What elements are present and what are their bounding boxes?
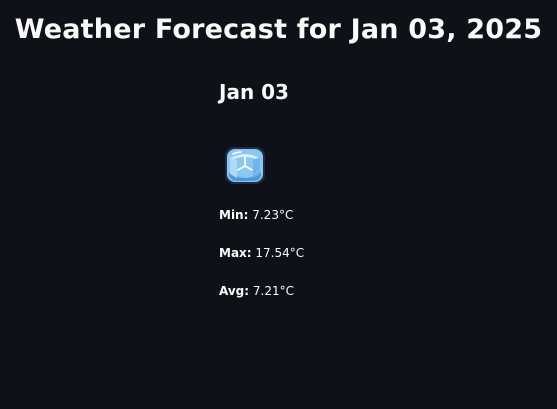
min-temperature-label: Min: xyxy=(219,208,249,222)
max-temperature-label: Max: xyxy=(219,246,252,260)
min-temperature-value: 7.23°C xyxy=(252,208,294,222)
forecast-card: Jan 03 Min: 7.23°C Max: 17.54°C Avg: 7.2… xyxy=(219,80,419,298)
max-temperature: Max: 17.54°C xyxy=(219,245,419,283)
ice-cube-icon xyxy=(223,144,267,188)
forecast-day-label: Jan 03 xyxy=(219,80,289,104)
min-temperature: Min: 7.23°C xyxy=(219,207,419,245)
temperature-stats: Min: 7.23°C Max: 17.54°C Avg: 7.21°C xyxy=(219,207,419,321)
app-page: Weather Forecast for Jan 03, 2025 Jan 03 xyxy=(0,0,557,409)
avg-temperature: Avg: 7.21°C xyxy=(219,283,419,321)
max-temperature-value: 17.54°C xyxy=(255,246,305,260)
page-title: Weather Forecast for Jan 03, 2025 xyxy=(14,14,543,45)
avg-temperature-label: Avg: xyxy=(219,284,250,298)
avg-temperature-value: 7.21°C xyxy=(252,284,295,298)
